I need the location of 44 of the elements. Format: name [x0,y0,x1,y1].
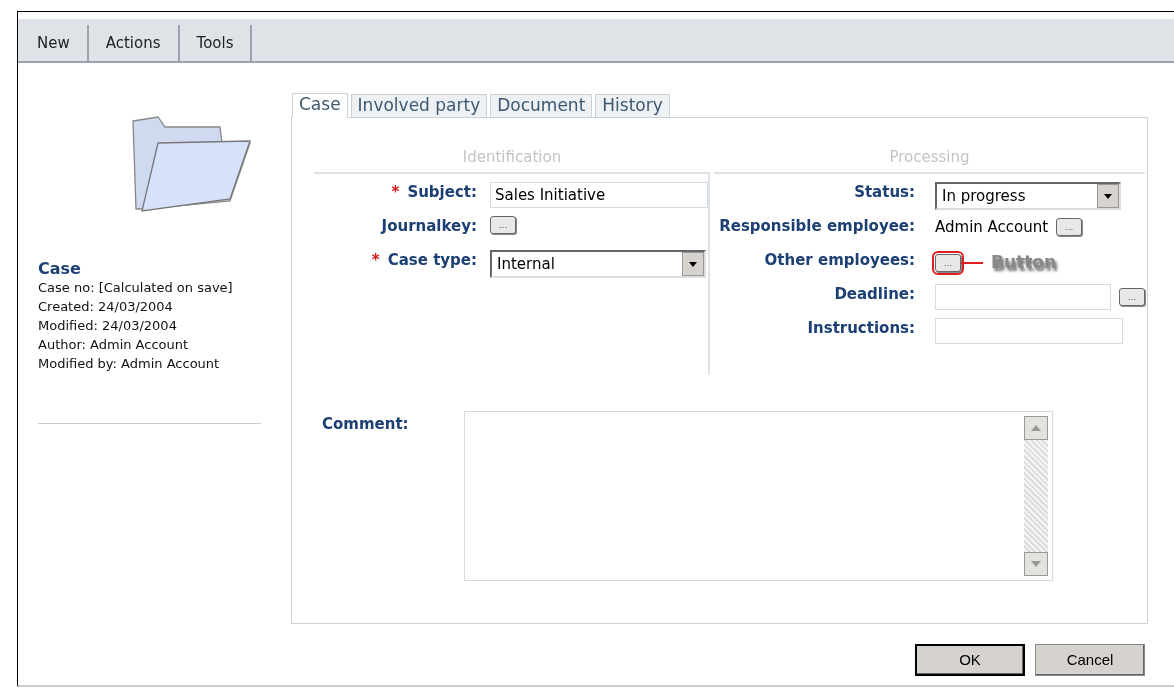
required-mark: * [371,251,380,269]
scroll-down-icon[interactable] [1024,552,1048,576]
field-label: Deadline: [834,285,915,303]
record-detail: Modified by: Admin Account [38,355,221,374]
tab[interactable]: Document [490,94,593,117]
tab[interactable]: Involved party [350,94,488,117]
toolbar-menu[interactable]: New [20,25,89,61]
toolbar-menu[interactable]: Tools [179,25,253,61]
ellipsis-button[interactable]: ... [490,216,516,234]
field-label: Comment: [321,414,410,435]
field-label: Subject: [407,183,477,201]
dropdown[interactable]: In progress [935,182,1121,210]
scroll-up-icon[interactable] [1024,416,1048,440]
field-label: Responsible employee: [719,217,915,235]
text-field[interactable] [935,318,1123,344]
field-label: Other employees: [764,251,915,269]
tab[interactable]: History [595,94,670,117]
text-field[interactable]: Sales Initiative [490,182,708,208]
field-label: Journalkey: [381,217,477,235]
tab[interactable]: Case [292,93,348,118]
record-detail: Modified: 24/03/2004 [38,317,178,336]
callout-label: Button [991,251,1057,274]
record-detail: Created: 24/03/2004 [38,298,174,317]
record-detail: Case no: [Calculated on save] [38,279,234,298]
field-label: Status: [854,183,915,201]
record-title: Case [38,259,82,279]
field-value: Admin Account [935,217,1049,238]
record-detail: Author: Admin Account [38,336,190,355]
section-heading: Identification [461,147,563,168]
leader-line [961,261,983,264]
field-label: Instructions: [807,319,915,337]
required-mark: * [391,183,400,201]
toolbar-menu[interactable]: Actions [88,25,180,61]
section-heading: Processing [888,147,971,168]
scrollbar[interactable] [1024,416,1048,576]
comment-field[interactable] [464,411,1053,581]
field-label: Case type: [387,251,477,269]
dialog-button[interactable]: Cancel [1035,644,1145,676]
ellipsis-button[interactable]: ... [1119,288,1145,306]
dialog-button[interactable]: OK [915,644,1025,676]
dropdown[interactable]: Internal [490,250,706,278]
text-field[interactable] [935,284,1111,310]
ellipsis-button[interactable]: ... [935,253,961,272]
ellipsis-button[interactable]: ... [1056,218,1083,237]
